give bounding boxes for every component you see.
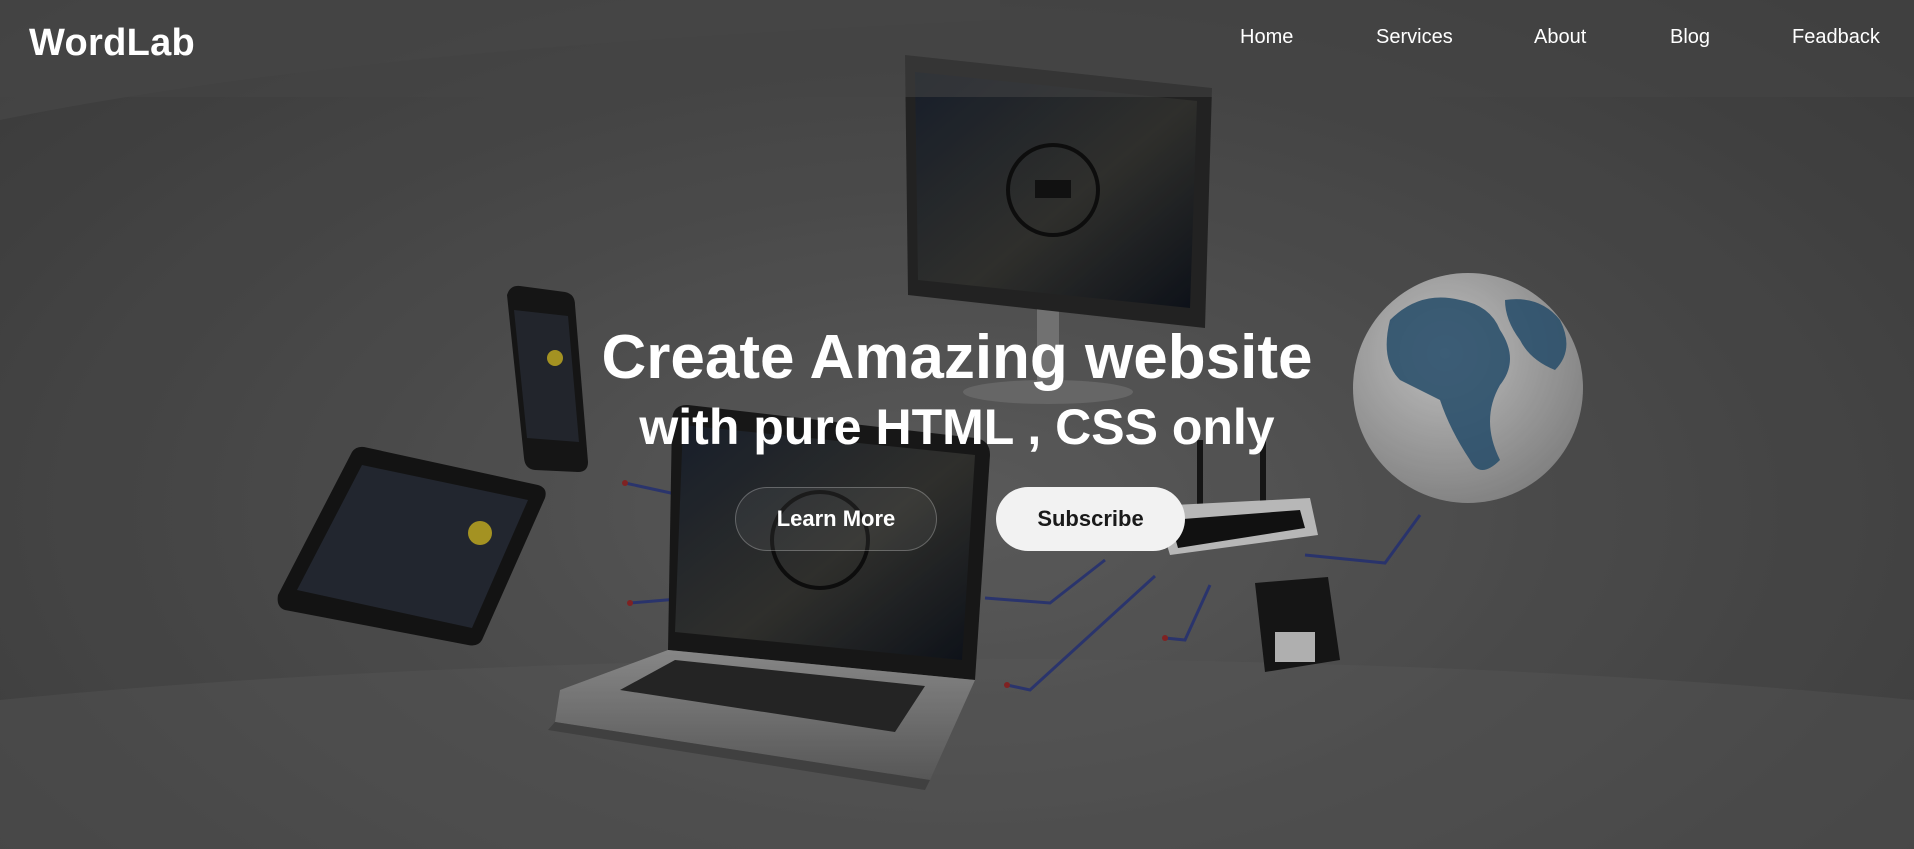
top-navbar: WordLab Home Services About Blog Feadbac… (0, 0, 1914, 97)
learn-more-button[interactable]: Learn More (735, 487, 937, 551)
subscribe-button[interactable]: Subscribe (996, 487, 1185, 551)
hero-title: Create Amazing website (601, 323, 1313, 392)
brand-logo[interactable]: WordLab (29, 22, 195, 65)
nav-link-about[interactable]: About (1534, 26, 1586, 49)
nav-link-feedback[interactable]: Feadback (1792, 26, 1880, 49)
nav-link-blog[interactable]: Blog (1670, 26, 1710, 49)
nav-link-services[interactable]: Services (1376, 26, 1453, 49)
landing-page: WordLab Home Services About Blog Feadbac… (0, 0, 1914, 849)
hero-subtitle: with pure HTML , CSS only (639, 399, 1275, 455)
nav-link-home[interactable]: Home (1240, 26, 1293, 49)
